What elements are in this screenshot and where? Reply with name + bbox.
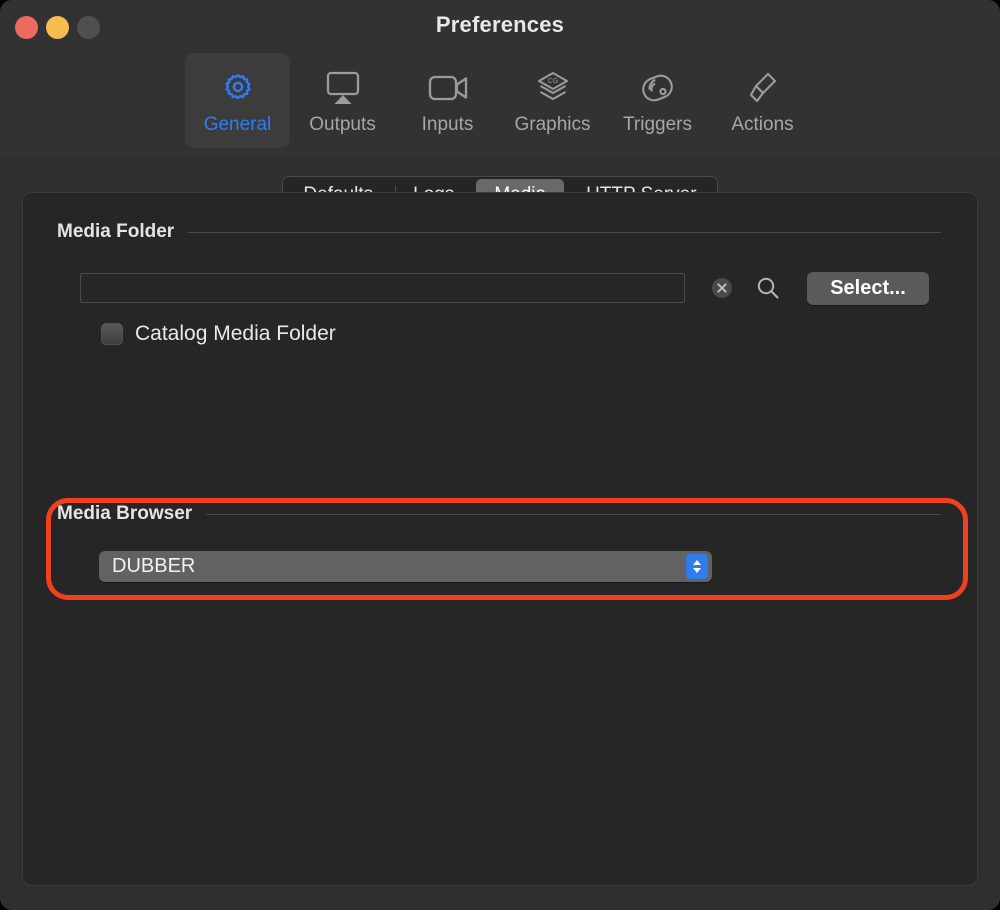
toolbar-item-actions[interactable]: Actions	[710, 53, 815, 148]
clear-circle-icon[interactable]	[705, 271, 739, 305]
toolbar-item-inputs[interactable]: Inputs	[395, 53, 500, 148]
group-divider-rule	[188, 231, 941, 233]
window-titlebar: Preferences General Outputs Inputs CG Gr…	[0, 0, 1000, 157]
toolbar-item-label: Inputs	[421, 114, 474, 135]
toolbar-item-label: Actions	[731, 114, 794, 135]
select-button-label: Select...	[830, 276, 906, 299]
media-browser-select[interactable]: DUBBER	[99, 551, 712, 582]
toolbar-item-label: Outputs	[309, 114, 376, 135]
signal-puck-icon	[635, 67, 681, 109]
media-browser-group-header: Media Browser	[57, 503, 941, 525]
select-folder-button[interactable]: Select...	[807, 271, 929, 305]
video-camera-icon	[425, 67, 471, 109]
toolbar-item-graphics[interactable]: CG Graphics	[500, 53, 605, 148]
media-browser-selected-value: DUBBER	[112, 555, 196, 577]
toolbar-item-label: Graphics	[514, 114, 591, 135]
catalog-media-folder-checkbox-row[interactable]: Catalog Media Folder	[101, 322, 336, 346]
media-folder-path-row: Select...	[80, 271, 929, 305]
action-bolt-icon	[740, 67, 786, 109]
toolbar-item-label: General	[203, 114, 272, 135]
airplay-icon	[320, 67, 366, 109]
media-browser-group-title: Media Browser	[57, 503, 193, 524]
window-title: Preferences	[435, 12, 565, 37]
preferences-window: Preferences General Outputs Inputs CG Gr…	[0, 0, 1000, 910]
group-divider-rule	[206, 513, 941, 515]
catalog-media-folder-label: Catalog Media Folder	[135, 322, 336, 345]
gear-icon	[215, 67, 261, 109]
toolbar-item-label: Triggers	[623, 114, 692, 135]
toolbar-item-triggers[interactable]: Triggers	[605, 53, 710, 148]
layers-cg-icon: CG	[530, 67, 576, 109]
chevron-up-down-icon[interactable]	[686, 554, 708, 579]
catalog-media-folder-checkbox[interactable]	[101, 323, 123, 345]
toolbar-item-general[interactable]: General	[185, 53, 290, 148]
svg-text:CG: CG	[547, 78, 558, 85]
search-icon[interactable]	[751, 271, 785, 305]
preferences-toolbar: General Outputs Inputs CG Graphics Trigg…	[0, 53, 1000, 149]
media-folder-group-title: Media Folder	[57, 221, 175, 242]
toolbar-item-outputs[interactable]: Outputs	[290, 53, 395, 148]
media-folder-path-input[interactable]	[80, 273, 685, 303]
media-folder-group-header: Media Folder	[57, 221, 941, 243]
